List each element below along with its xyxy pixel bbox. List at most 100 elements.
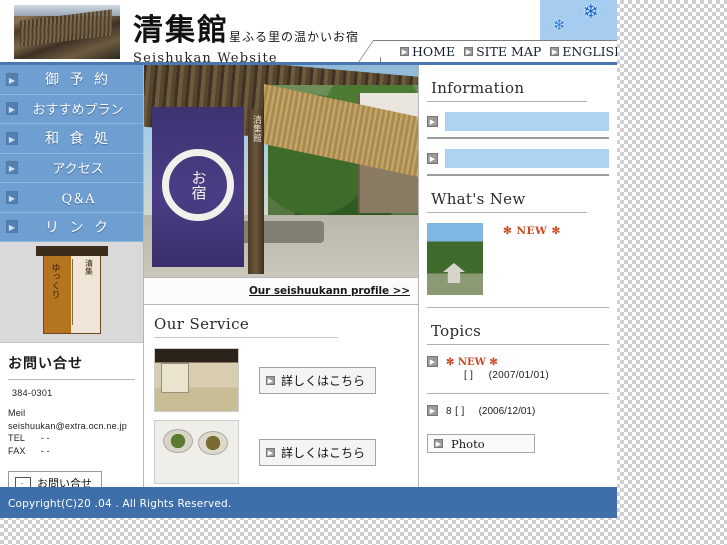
chevron-right-icon: ▶ (400, 46, 409, 56)
service-detail-button-cuisine[interactable]: ▶ 詳しくはこちら (259, 438, 377, 466)
chevron-right-icon: ▶ (464, 46, 474, 56)
chevron-right-icon: ▶ (550, 46, 560, 56)
topics-title: Topics (431, 322, 482, 340)
chevron-right-icon: ▶ (427, 116, 438, 127)
information-separator-1 (427, 137, 609, 139)
sidebar-item-qa[interactable]: ▶ Q＆A (0, 183, 143, 213)
header-logo-photo (14, 5, 120, 59)
topic-item-1-body: ✻ NEW ✻ [ ] (2007/01/01) (446, 356, 609, 382)
service-detail-button-room[interactable]: ▶ 詳しくはこちら (259, 366, 377, 394)
whats-new-title: What's New (431, 190, 526, 208)
sidebar-item-qa-label: Q＆A (61, 191, 95, 207)
topic-item-1-text: [ ] (464, 370, 474, 381)
topics-divider (427, 344, 609, 345)
sidebar-menu: ▶ 御 予 約 ▶ おすすめプラン ▶ 和 食 処 ▶ アクセス ▶ Q＆A ▶… (0, 65, 143, 242)
profile-link-bar: Our seishuukann profile >> (144, 277, 418, 305)
chevron-right-icon: ▶ (266, 447, 275, 457)
whats-new-item[interactable]: ✻ NEW ✻ (427, 223, 609, 295)
contact-tel-line: TEL - - (8, 432, 135, 445)
site-title-japanese: 清集館 (133, 13, 229, 48)
snowflake-decoration-band: ❄ ❄ (540, 0, 617, 42)
service-detail-button-cuisine-label: 詳しくはこちら (281, 445, 366, 460)
chevron-right-icon: ▶ (427, 356, 438, 367)
sidebar-item-reservation[interactable]: ▶ 御 予 約 (0, 65, 143, 95)
nav-item-site-map-label: SITE MAP (476, 43, 542, 59)
whats-new-divider (427, 212, 587, 213)
hero-noren-curtain: お宿 (152, 107, 244, 267)
sidebar-item-reservation-label: 御 予 約 (45, 72, 111, 89)
nav-item-site-map[interactable]: ▶ SITE MAP (464, 44, 541, 59)
information-item-2-bar (445, 149, 609, 168)
nav-item-home-label: HOME (412, 43, 456, 59)
our-service-divider (154, 337, 338, 338)
our-service-title: Our Service (154, 315, 250, 333)
contact-heading: お問い合せ (8, 356, 83, 372)
tatami-room-photo (154, 348, 239, 412)
nav-item-english[interactable]: ▶ ENGLISH (550, 44, 617, 59)
chevron-right-icon: ▶ (6, 131, 18, 145)
right-column: Information ▶ ▶ What's New ✻ NEW ✻ Topic… (419, 65, 617, 490)
information-item-1-bar (445, 112, 609, 131)
site-header: 清集館星ふる里の温かいお宿 Seishukan Website ❄ ❄ ▶ HO… (0, 0, 617, 66)
hero-noren-emblem: お宿 (162, 149, 234, 221)
information-divider (427, 101, 587, 102)
hero-noren-text: お宿 (189, 170, 208, 200)
service-row-cuisine: ▶ 詳しくはこちら (154, 420, 418, 484)
contact-tel-label: TEL (8, 433, 26, 443)
site-tagline-japanese: 星ふる里の温かいお宿 (229, 30, 360, 44)
contact-mail-value: seishuukan@extra.ocn.ne.jp (8, 420, 127, 431)
chevron-right-icon: ▶ (6, 161, 18, 175)
site-title-block: 清集館星ふる里の温かいお宿 Seishukan Website (133, 5, 359, 66)
information-item-2[interactable]: ▶ (427, 149, 609, 168)
chevron-right-icon: ▶ (266, 375, 275, 385)
sidebar-item-japanese-dining-label: 和 食 処 (45, 131, 111, 148)
topic-item-2-body: 8 [ ] (2006/12/01) (446, 405, 609, 418)
topic-item-1[interactable]: ▶ ✻ NEW ✻ [ ] (2007/01/01) (427, 356, 609, 382)
information-item-2-link[interactable] (451, 153, 503, 165)
photo-button-label: Photo (451, 436, 485, 451)
lantern-text-right: 清集 (84, 259, 94, 275)
japanese-lantern-photo: ゆっくり 清集 (35, 246, 108, 334)
sidebar-item-access-label: アクセス (52, 162, 104, 178)
information-item-1-link[interactable] (451, 116, 503, 128)
profile-link[interactable]: Our seishuukann profile >> (249, 285, 410, 297)
chevron-right-icon: ▶ (6, 102, 18, 116)
sidebar-item-link[interactable]: ▶ リ ン ク (0, 212, 143, 242)
chevron-right-icon: ▶ (427, 405, 438, 416)
chevron-right-icon: ▶ (434, 439, 443, 448)
japanese-cuisine-photo (154, 420, 239, 484)
topic-item-2-text: 8 [ ] (446, 406, 465, 417)
nav-item-english-label: ENGLISH (562, 43, 617, 59)
page-root: 清集館星ふる里の温かいお宿 Seishukan Website ❄ ❄ ▶ HO… (0, 0, 617, 518)
site-footer: Copyright(C)20 .04 . All Rights Reserved… (0, 490, 617, 518)
contact-mail-line: Meil seishuukan@extra.ocn.ne.jp (8, 407, 135, 432)
information-title: Information (431, 79, 525, 97)
whats-new-badge: ✻ NEW ✻ (503, 225, 561, 237)
hero-signpost-text: 清集館 (251, 115, 261, 142)
sidebar-item-recommended-plan-label: おすすめプラン (32, 103, 124, 119)
center-column: 清集館 お宿 Our seishuukann profile >> Our Se… (143, 65, 419, 490)
topic-item-1-badge: ✻ NEW ✻ (446, 357, 498, 368)
contact-fax-label: FAX (8, 445, 26, 456)
chevron-right-icon: ▶ (427, 153, 438, 164)
service-detail-button-room-label: 詳しくはこちら (281, 373, 366, 388)
snowflake-icon: ❄ (583, 2, 599, 23)
topic-item-1-date: (2007/01/01) (488, 370, 549, 381)
topic-item-2[interactable]: ▶ 8 [ ] (2006/12/01) (427, 405, 609, 418)
contact-fax-value: - - (40, 445, 50, 456)
hero-image: 清集館 お宿 (144, 65, 418, 277)
sidebar-item-japanese-dining[interactable]: ▶ 和 食 処 (0, 124, 143, 154)
garden-pagoda-photo (427, 223, 483, 295)
contact-divider (8, 379, 135, 380)
copyright-text: Copyright(C)20 .04 . All Rights Reserved… (8, 498, 232, 510)
information-item-1[interactable]: ▶ (427, 112, 609, 131)
sidebar-item-recommended-plan[interactable]: ▶ おすすめプラン (0, 94, 143, 124)
sidebar-item-access[interactable]: ▶ アクセス (0, 153, 143, 183)
lantern-text-left: ゆっくり (49, 263, 60, 299)
topic-item-2-date: (2006/12/01) (478, 406, 536, 417)
nav-item-home[interactable]: ▶ HOME (400, 44, 455, 59)
contact-tel-value: - - (40, 433, 50, 443)
top-navigation: ▶ HOME ▶ SITE MAP ▶ ENGLISH (380, 40, 617, 62)
photo-button[interactable]: ▶ Photo (427, 434, 535, 453)
page-body: ▶ 御 予 約 ▶ おすすめプラン ▶ 和 食 処 ▶ アクセス ▶ Q＆A ▶… (0, 65, 617, 495)
